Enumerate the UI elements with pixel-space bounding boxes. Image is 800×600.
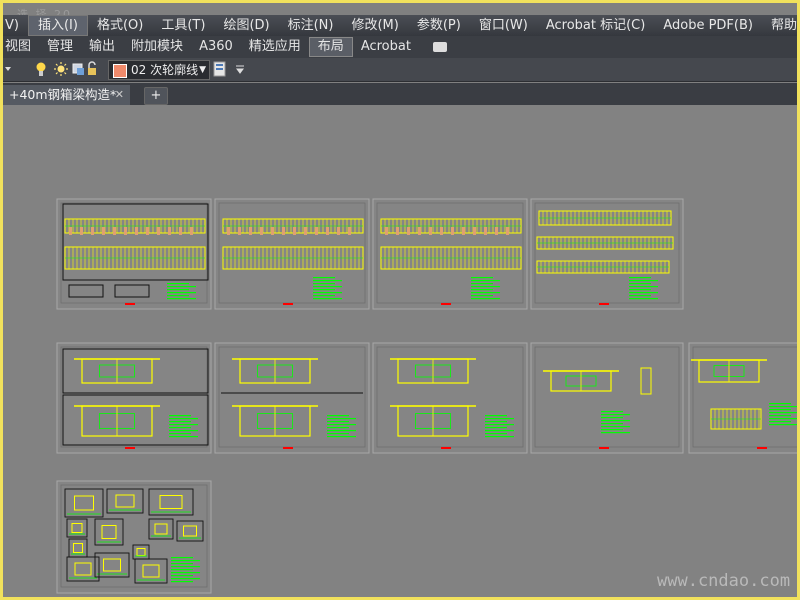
drawing-sheet-row1-4[interactable] xyxy=(530,198,684,310)
menu-insert[interactable]: 插入(I) xyxy=(27,15,88,36)
layer-name: 02 次轮廓线 xyxy=(131,63,199,77)
light-bulb-icon[interactable] xyxy=(36,62,46,77)
drawing-sheet-row1-2[interactable] xyxy=(214,198,370,310)
menu-draw[interactable]: 绘图(D) xyxy=(214,15,278,36)
toolbar-arrow-icon[interactable] xyxy=(5,67,11,71)
document-tab-bar: +40m钢箱梁构造* ✕ + xyxy=(3,83,797,105)
tab-layout[interactable]: 布局 xyxy=(308,37,353,57)
application-window: 选 择 20 V)插入(I)格式(O)工具(T)绘图(D)标注(N)修改(M)参… xyxy=(0,0,800,600)
tab-acrobat[interactable]: Acrobat xyxy=(353,36,419,58)
menu-bar: V) 插入(I) 格式(O) 工具(T) 绘图(D) 标注(N) 修改(M) 参数(P) 窗口(… xyxy=(3,15,797,36)
sun-icon[interactable] xyxy=(54,62,68,76)
drawing-sheet-row2-3[interactable] xyxy=(372,342,528,454)
menu-parametric[interactable]: 参数(P) xyxy=(408,15,470,36)
drawing-sheet-row3-1[interactable] xyxy=(56,480,212,594)
tab-manage[interactable]: 管理 xyxy=(39,36,81,58)
tab-view[interactable]: 视图 xyxy=(3,36,39,58)
layer-color-swatch xyxy=(113,63,127,78)
menu-modify[interactable]: 修改(M) xyxy=(342,15,407,36)
menu-window[interactable]: 窗口(W) xyxy=(470,15,537,36)
tab-addins[interactable]: 附加模块 xyxy=(123,36,191,58)
drawing-sheet-row2-2[interactable] xyxy=(214,342,370,454)
menu-tools[interactable]: 工具(T) xyxy=(152,15,214,36)
menu-acrobat-markup[interactable]: Acrobat 标记(C) xyxy=(537,15,655,36)
close-icon[interactable]: ✕ xyxy=(115,85,124,105)
tab-a360[interactable]: A360 xyxy=(191,36,241,58)
chevron-down-icon[interactable]: ▼ xyxy=(199,61,206,79)
drawing-sheet-row1-1[interactable] xyxy=(56,198,212,310)
menu-format[interactable]: 格式(O) xyxy=(88,15,152,36)
drawing-sheet-row2-4[interactable] xyxy=(530,342,684,454)
tab-featured-apps[interactable]: 精选应用 xyxy=(241,36,309,58)
dropdown-arrow-icon[interactable] xyxy=(236,65,244,74)
layer-properties-icon[interactable] xyxy=(213,61,226,77)
tab-output[interactable]: 输出 xyxy=(81,36,123,58)
padlock-icon[interactable] xyxy=(88,61,96,75)
document-tab[interactable]: +40m钢箱梁构造* ✕ xyxy=(3,85,130,105)
menu-view-partial[interactable]: V) xyxy=(3,15,28,36)
document-tab-label: +40m钢箱梁构造* xyxy=(9,87,117,102)
ribbon-tab-bar: 视图 管理 输出 附加模块 A360 精选应用 布局 Acrobat xyxy=(3,36,797,59)
menu-dimension[interactable]: 标注(N) xyxy=(279,15,343,36)
drawing-canvas[interactable] xyxy=(3,105,800,597)
layer-freeze-icon[interactable] xyxy=(72,63,84,75)
drawing-sheet-row2-5[interactable] xyxy=(688,342,800,454)
watermark-text: www.cndao.com xyxy=(657,571,791,591)
menu-adobe-pdf[interactable]: Adobe PDF(B) xyxy=(654,15,762,36)
menu-help[interactable]: 帮助 xyxy=(762,15,797,36)
drawing-sheet-row1-3[interactable] xyxy=(372,198,528,310)
layer-dropdown[interactable]: 02 次轮廓线 ▼ xyxy=(108,60,210,80)
new-tab-button[interactable]: + xyxy=(144,87,168,105)
layer-toolbar: 02 次轮廓线 ▼ xyxy=(3,58,797,82)
drawing-sheet-row2-1[interactable] xyxy=(56,342,212,454)
ribbon-options-icon[interactable] xyxy=(432,41,447,52)
